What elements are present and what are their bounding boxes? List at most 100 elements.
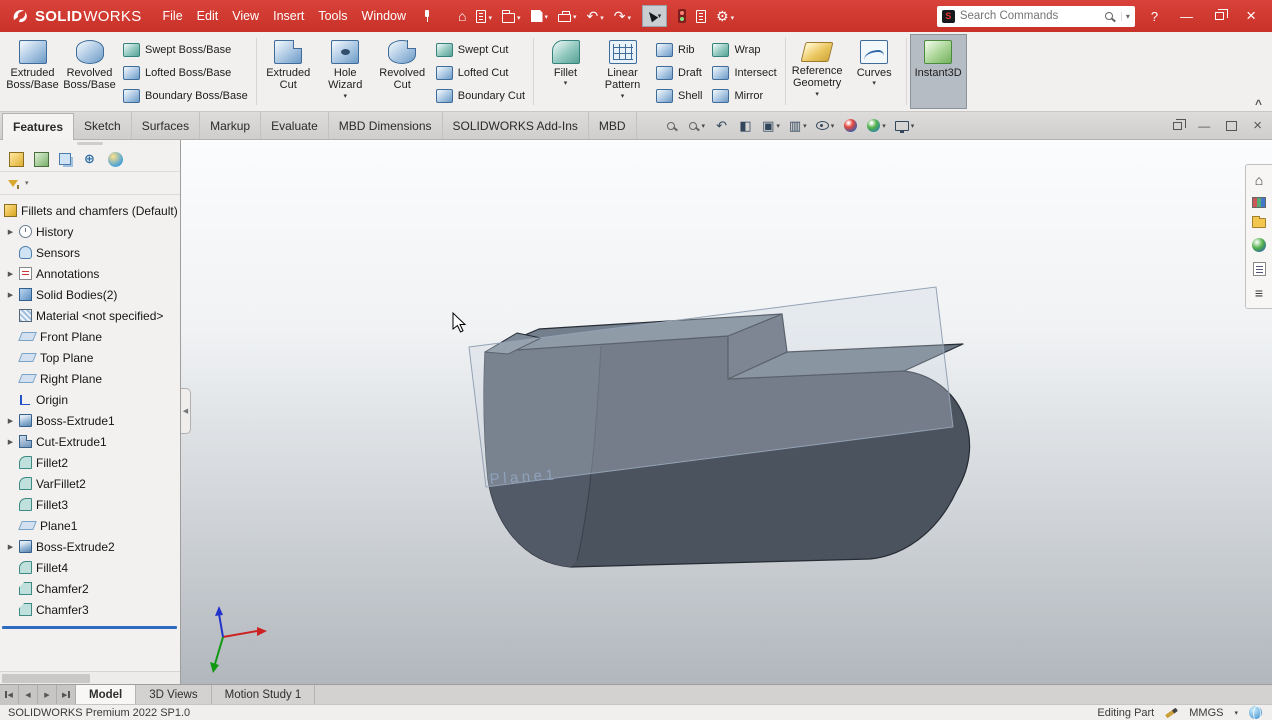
revolved-cut-button[interactable]: Revolved Cut <box>374 34 431 109</box>
instant3d-button[interactable]: Instant3D <box>910 34 967 109</box>
graphics-viewport[interactable]: Plane1 ◀ ⌂ <box>181 140 1272 684</box>
tree-item-material[interactable]: Material <not specified> <box>0 305 180 326</box>
tree-item-top-plane[interactable]: Top Plane <box>0 347 180 368</box>
scrollbar-thumb[interactable] <box>2 674 90 683</box>
hole-wizard-button[interactable]: Hole Wizard ▾ <box>317 34 374 109</box>
expand-arrow-icon[interactable]: ▶ <box>6 438 15 446</box>
intersect-button[interactable]: Intersect <box>707 63 781 83</box>
restore-button[interactable] <box>1215 12 1224 20</box>
menu-view[interactable]: View <box>225 7 266 25</box>
menu-edit[interactable]: Edit <box>190 7 226 25</box>
search-scope-caret-icon[interactable]: ▾ <box>1121 12 1130 21</box>
tree-item-cut-extrude1[interactable]: ▶Cut-Extrude1 <box>0 431 180 452</box>
new-document-button[interactable]: ▾ <box>473 8 495 25</box>
tab-solidworks-add-ins[interactable]: SOLIDWORKS Add-Ins <box>443 112 589 139</box>
search-box[interactable]: S ▾ <box>937 6 1135 27</box>
configuration-manager-tab-icon[interactable] <box>59 153 71 165</box>
collapse-ribbon-button[interactable]: ^ <box>1255 97 1262 111</box>
tab-3d-views[interactable]: 3D Views <box>136 685 211 704</box>
tree-item-boss-extrude1[interactable]: ▶Boss-Extrude1 <box>0 410 180 431</box>
file-explorer-icon[interactable] <box>1252 218 1266 228</box>
feature-manager-tab-icon[interactable] <box>9 152 24 167</box>
zoom-to-area-button[interactable]: ▾ <box>687 115 708 137</box>
expand-arrow-icon[interactable]: ▶ <box>6 417 15 425</box>
open-button[interactable]: ▾ <box>499 8 524 25</box>
property-manager-tab-icon[interactable] <box>34 152 49 167</box>
tab-surfaces[interactable]: Surfaces <box>132 112 200 139</box>
lofted-boss-base-button[interactable]: Lofted Boss/Base <box>118 63 253 83</box>
panel-collapse-handle[interactable]: ◀ <box>181 388 191 434</box>
linear-pattern-button[interactable]: Linear Pattern ▾ <box>594 34 651 109</box>
restore-down-icon[interactable] <box>1173 122 1182 130</box>
display-style-button[interactable]: ▥▾ <box>787 115 809 137</box>
rebuild-button[interactable] <box>675 7 689 25</box>
redo-button[interactable]: ↷▾ <box>611 7 634 25</box>
appearances-icon[interactable] <box>1252 238 1266 252</box>
fillet-button[interactable]: Fillet ▾ <box>537 34 594 109</box>
display-manager-tab-icon[interactable]: ⊕ <box>81 151 98 168</box>
options-button[interactable]: ⚙▾ <box>713 7 737 25</box>
print-button[interactable]: ▾ <box>555 8 580 24</box>
reference-geometry-button[interactable]: Reference Geometry ▾ <box>789 34 846 109</box>
tab-mbd-dimensions[interactable]: MBD Dimensions <box>329 112 443 139</box>
hide-show-items-button[interactable]: ▾ <box>814 115 837 137</box>
globe-icon[interactable] <box>1249 706 1262 719</box>
last-tab-button[interactable]: ▶ <box>57 685 76 704</box>
previous-view-button[interactable]: ↶ <box>712 115 731 137</box>
close-document-button[interactable]: × <box>1253 117 1262 134</box>
file-properties-button[interactable] <box>693 8 709 25</box>
tree-item-chamfer2[interactable]: Chamfer2 <box>0 578 180 599</box>
tab-motion-study-1[interactable]: Motion Study 1 <box>212 685 316 704</box>
apply-scene-button[interactable]: ▾ <box>865 115 888 137</box>
filter-caret-icon[interactable]: ▾ <box>25 179 29 187</box>
tree-item-right-plane[interactable]: Right Plane <box>0 368 180 389</box>
search-icon[interactable] <box>1105 12 1113 20</box>
curves-button[interactable]: Curves ▾ <box>846 34 903 109</box>
tree-item-fillet3[interactable]: Fillet3 <box>0 494 180 515</box>
tree-item-chamfer3[interactable]: Chamfer3 <box>0 599 180 620</box>
boundary-boss-base-button[interactable]: Boundary Boss/Base <box>118 86 253 106</box>
undo-button[interactable]: ↶▾ <box>584 7 607 25</box>
expand-arrow-icon[interactable]: ▶ <box>6 270 15 278</box>
zoom-fit-button[interactable] <box>663 115 682 137</box>
boundary-cut-button[interactable]: Boundary Cut <box>431 86 530 106</box>
tree-item-front-plane[interactable]: Front Plane <box>0 326 180 347</box>
tree-item-fillet2[interactable]: Fillet2 <box>0 452 180 473</box>
tab-features[interactable]: Features <box>2 113 74 141</box>
edit-appearance-button[interactable] <box>841 115 860 137</box>
shell-button[interactable]: Shell <box>651 86 707 106</box>
wrap-button[interactable]: Wrap <box>707 40 781 60</box>
rollback-bar[interactable] <box>2 626 177 629</box>
minimize-document-button[interactable]: — <box>1198 119 1210 133</box>
panel-splitter[interactable] <box>0 140 180 147</box>
tree-item-sensors[interactable]: Sensors <box>0 242 180 263</box>
tab-mbd[interactable]: MBD <box>589 112 637 139</box>
revolved-boss-base-button[interactable]: Revolved Boss/Base <box>61 34 118 109</box>
close-button[interactable]: × <box>1246 8 1256 24</box>
expand-arrow-icon[interactable]: ▶ <box>6 228 15 236</box>
rib-button[interactable]: Rib <box>651 40 707 60</box>
section-view-button[interactable]: ◧ <box>736 115 755 137</box>
tab-evaluate[interactable]: Evaluate <box>261 112 329 139</box>
draft-button[interactable]: Draft <box>651 63 707 83</box>
swept-boss-base-button[interactable]: Swept Boss/Base <box>118 40 253 60</box>
expand-arrow-icon[interactable]: ▶ <box>6 291 15 299</box>
forum-list-icon[interactable]: ≡ <box>1255 286 1263 300</box>
view-orientation-button[interactable]: ▣▾ <box>760 115 782 137</box>
previous-tab-button[interactable]: ◀ <box>19 685 38 704</box>
help-button[interactable]: ? <box>1151 10 1158 23</box>
tree-horizontal-scrollbar[interactable] <box>0 671 180 684</box>
tree-root[interactable]: Fillets and chamfers (Default) <box>0 200 180 221</box>
tab-markup[interactable]: Markup <box>200 112 261 139</box>
select-tool-button[interactable]: ▾ <box>642 5 667 27</box>
menu-file[interactable]: File <box>156 7 190 25</box>
unit-system-label[interactable]: MMGS <box>1189 707 1223 719</box>
expand-arrow-icon[interactable]: ▶ <box>6 543 15 551</box>
menu-tools[interactable]: Tools <box>311 7 354 25</box>
tree-item-plane1[interactable]: Plane1 <box>0 515 180 536</box>
lofted-cut-button[interactable]: Lofted Cut <box>431 63 530 83</box>
tree-item-fillet4[interactable]: Fillet4 <box>0 557 180 578</box>
pin-menu-icon[interactable] <box>422 10 432 23</box>
custom-properties-icon[interactable] <box>1253 262 1266 276</box>
tree-item-solid-bodies[interactable]: ▶Solid Bodies(2) <box>0 284 180 305</box>
